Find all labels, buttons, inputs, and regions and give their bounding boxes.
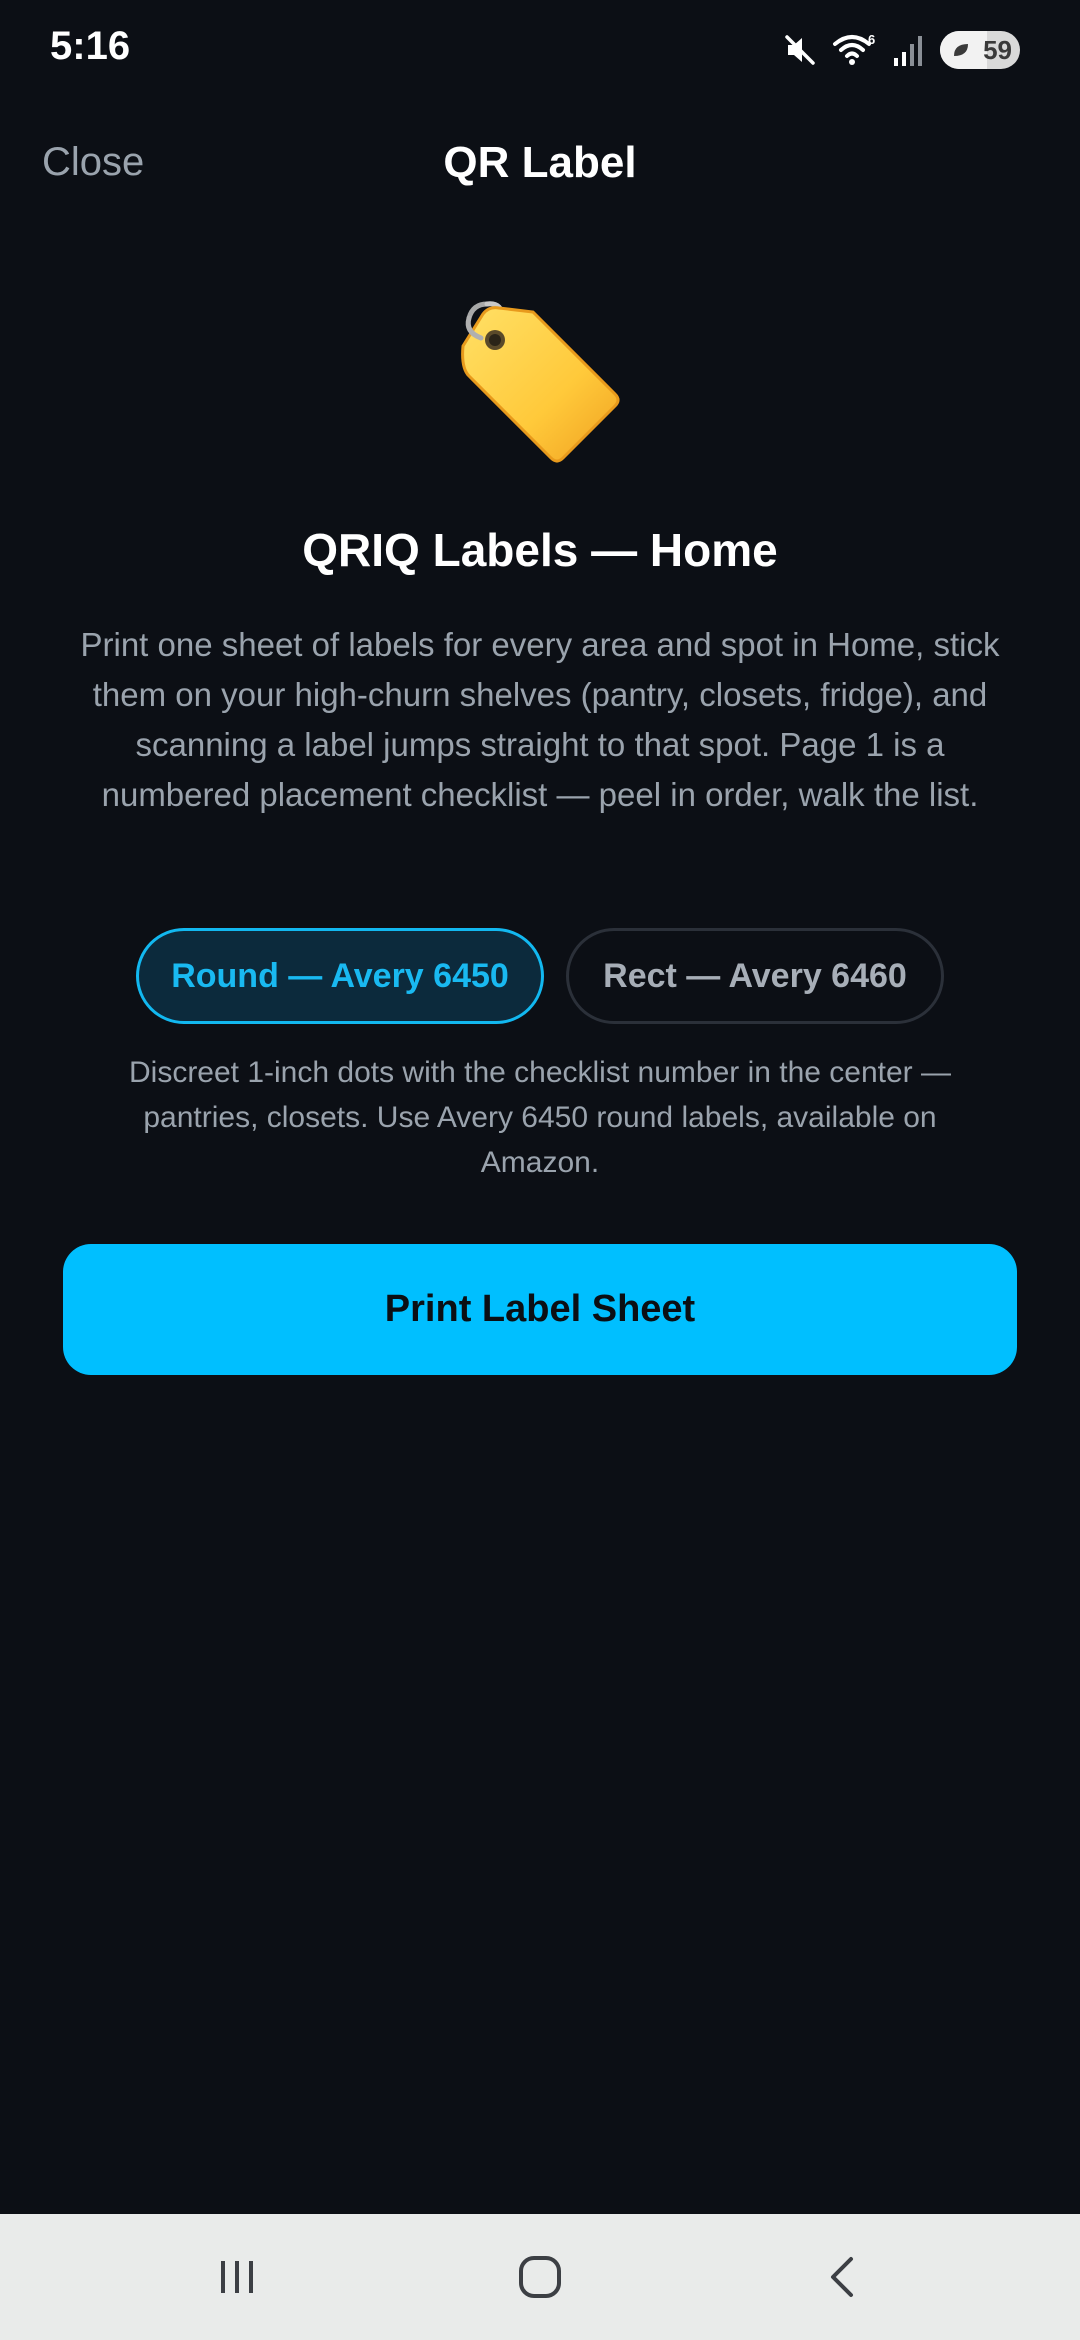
labels-description: Print one sheet of labels for every area… [80,626,1000,813]
home-icon[interactable] [505,2244,575,2310]
status-icons: 6 59 [782,28,1020,72]
battery-level: 59 [983,35,1012,65]
battery-saver-leaf-icon [954,44,968,56]
svg-text:6: 6 [868,32,875,47]
recents-icon[interactable] [202,2244,272,2310]
qr-label-screen: 5:16 6 59 Close QR Label QRIQ Labels — H… [0,0,1080,2340]
label-tag-icon [461,301,620,463]
header: Close QR Label [0,120,1080,208]
battery-icon: 59 [940,31,1020,69]
page-title: QR Label [443,138,637,187]
wifi-icon: 6 [832,32,878,68]
navigation-bar [0,2214,1080,2340]
mute-icon [782,32,818,68]
option-description: Discreet 1-inch dots with the checklist … [128,1056,952,1179]
labels-title: QRIQ Labels — Home [302,524,778,576]
back-icon[interactable] [808,2244,878,2310]
option-round-avery-6450[interactable]: Round — Avery 6450 [136,928,544,1024]
print-label-sheet-button[interactable]: Print Label Sheet [63,1244,1017,1375]
option-rect-avery-6460[interactable]: Rect — Avery 6460 [566,928,944,1024]
status-bar: 5:16 6 59 [0,0,1080,100]
signal-icon [892,32,926,68]
status-time: 5:16 [50,24,131,68]
